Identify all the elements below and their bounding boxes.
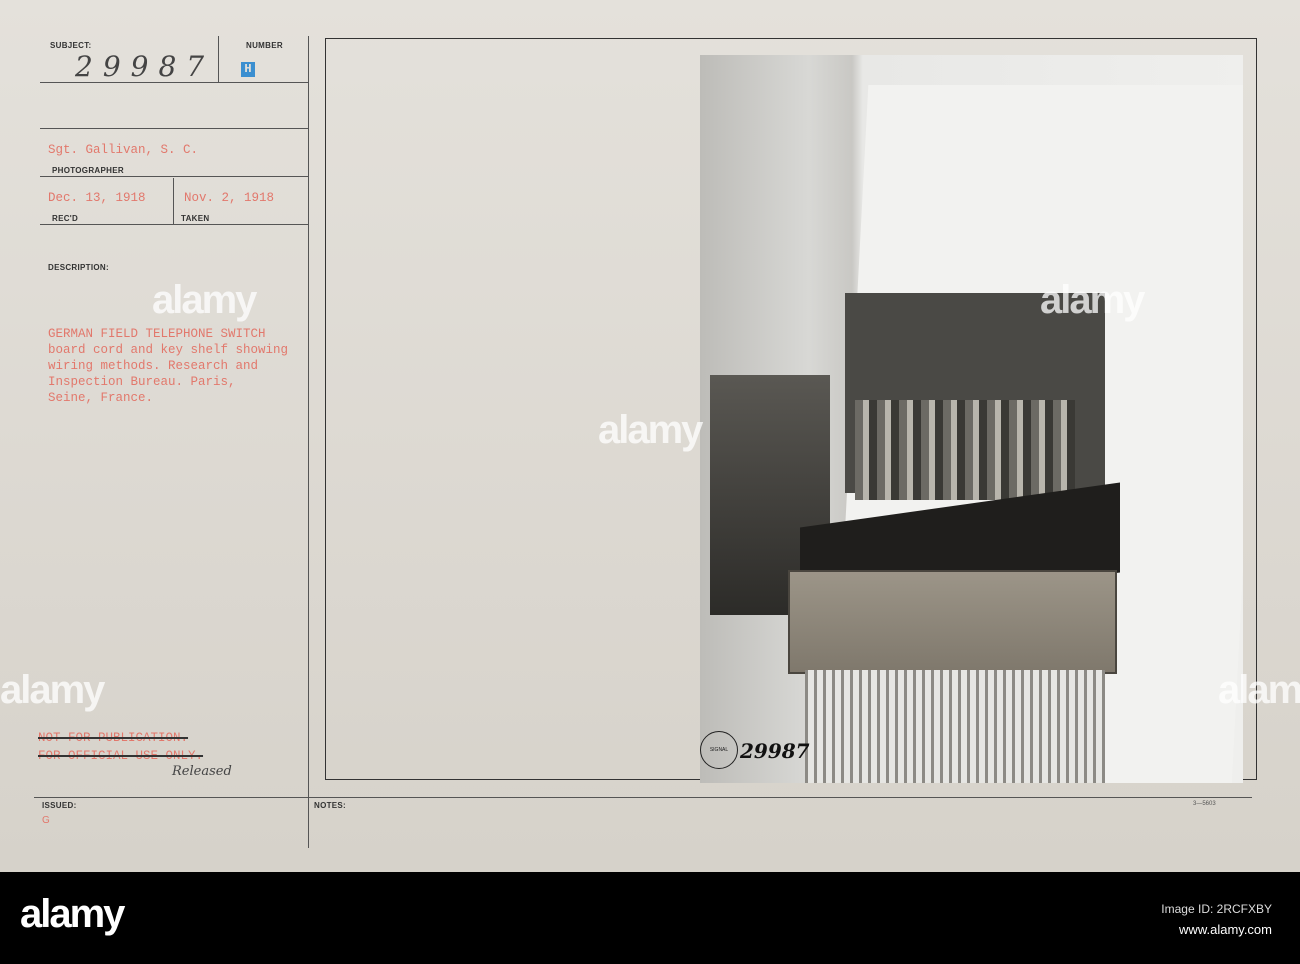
- photographer-label: PHOTOGRAPHER: [52, 166, 124, 175]
- number-label: NUMBER: [246, 41, 283, 50]
- divider: [34, 797, 1252, 798]
- taken-date: Nov. 2, 1918: [184, 191, 275, 205]
- archival-photo-card: SUBJECT: 29987 NUMBER H Sgt. Gallivan, S…: [0, 0, 1300, 872]
- subject-value: 29987: [75, 50, 215, 83]
- received-date: Dec. 13, 1918: [48, 191, 146, 205]
- footer-bar: alamy Image ID: 2RCFXBY www.alamy.com: [0, 872, 1300, 964]
- watermark: alamy: [1218, 668, 1300, 712]
- photographer-name: Sgt. Gallivan, S. C.: [48, 143, 199, 157]
- received-label: REC'D: [52, 214, 79, 223]
- watermark: alamy: [598, 408, 703, 452]
- watermark: alamy: [0, 668, 105, 712]
- divider: [173, 178, 174, 224]
- watermark: alamy: [1040, 278, 1145, 322]
- description-line: Inspection Bureau. Paris,: [48, 375, 236, 389]
- image-id: Image ID: 2RCFXBY: [1161, 902, 1272, 916]
- photo-number: 29987: [740, 739, 810, 763]
- description-line: wiring methods. Research and: [48, 359, 259, 373]
- cords: [805, 670, 1105, 783]
- released-note: Released: [172, 764, 232, 779]
- divider: [40, 176, 308, 177]
- divider: [40, 224, 308, 225]
- restriction-line: FOR OFFICIAL USE ONLY.: [38, 749, 204, 763]
- watermark: alamy: [152, 278, 257, 322]
- number-stamp: H: [241, 62, 255, 77]
- alamy-url[interactable]: www.alamy.com: [1179, 922, 1272, 937]
- description-label: DESCRIPTION:: [48, 263, 109, 272]
- column-divider: [308, 36, 309, 848]
- issued-label: ISSUED:: [42, 801, 77, 810]
- notes-label: NOTES:: [314, 801, 347, 810]
- taken-label: TAKEN: [181, 214, 210, 223]
- description-line: GERMAN FIELD TELEPHONE SWITCH: [48, 327, 266, 341]
- restriction-line: NOT FOR PUBLICATION.: [38, 731, 189, 745]
- subject-label: SUBJECT:: [50, 41, 92, 50]
- photograph: SIGNAL CORPS USA 29987: [700, 55, 1243, 783]
- cord-jacks: [855, 400, 1075, 500]
- front-panel: [788, 570, 1117, 674]
- description-line: board cord and key shelf showing: [48, 343, 289, 357]
- alamy-logo: alamy: [20, 892, 125, 936]
- divider: [218, 36, 219, 82]
- issued-value: G: [42, 815, 50, 826]
- description-line: Seine, France.: [48, 391, 154, 405]
- form-number: 3—5603: [1193, 801, 1216, 807]
- signal-corps-stamp: SIGNAL CORPS USA: [700, 731, 738, 769]
- description: GERMAN FIELD TELEPHONE SWITCH board cord…: [48, 326, 288, 406]
- divider: [40, 128, 308, 129]
